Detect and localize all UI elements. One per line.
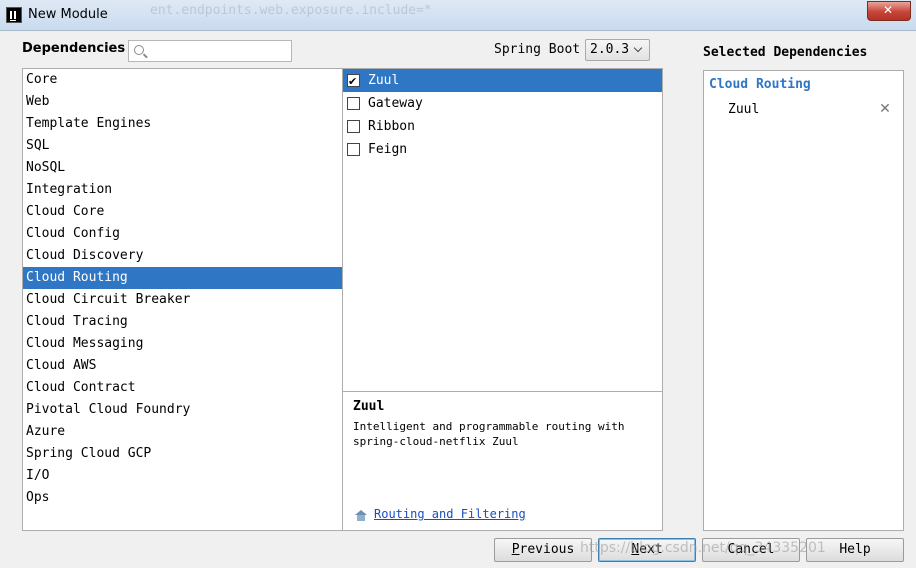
category-item[interactable]: Cloud Tracing	[23, 311, 342, 333]
dependency-label: Gateway	[368, 96, 423, 111]
category-item[interactable]: I/O	[23, 465, 342, 487]
selected-dependencies-title: Selected Dependencies	[703, 45, 868, 60]
close-window-button[interactable]	[867, 1, 911, 21]
dependency-item[interactable]: Ribbon	[343, 115, 662, 138]
category-item[interactable]: Spring Cloud GCP	[23, 443, 342, 465]
dependencies-label: Dependencies	[22, 41, 126, 56]
selected-item: Zuul	[728, 102, 760, 117]
home-icon	[355, 510, 367, 521]
selected-group-title: Cloud Routing	[709, 77, 811, 92]
window-title: New Module	[28, 7, 108, 22]
category-item[interactable]: Cloud Discovery	[23, 245, 342, 267]
dependency-item[interactable]: Feign	[343, 138, 662, 161]
category-list[interactable]: Core Web Template Engines SQL NoSQL Integrati…	[22, 68, 343, 531]
category-item[interactable]: Template Engines	[23, 113, 342, 135]
previous-label: revious	[519, 542, 575, 557]
dependency-label: Ribbon	[368, 119, 415, 134]
next-mnemonic: N	[631, 542, 640, 557]
category-item[interactable]: Cloud Routing	[23, 267, 342, 289]
dependency-list[interactable]: Zuul Gateway Ribbon Feign	[342, 68, 663, 392]
category-item[interactable]: Integration	[23, 179, 342, 201]
search-box[interactable]	[128, 40, 292, 62]
reference-link[interactable]: Routing and Filtering	[374, 507, 526, 521]
search-icon	[134, 45, 144, 55]
dependency-label: Zuul	[368, 73, 400, 88]
category-item[interactable]: SQL	[23, 135, 342, 157]
selected-dependencies-panel: Cloud Routing Zuul ✕	[703, 70, 904, 531]
category-item[interactable]: Cloud Circuit Breaker	[23, 289, 342, 311]
dependency-checkbox[interactable]	[347, 120, 360, 133]
dependency-item[interactable]: Zuul	[343, 69, 662, 93]
dependency-checkbox[interactable]	[347, 143, 360, 156]
chevron-down-icon	[633, 43, 643, 53]
description-title: Zuul	[353, 399, 385, 414]
spring-boot-version-select[interactable]: 2.0.3	[585, 39, 650, 61]
help-button[interactable]: Help	[806, 538, 904, 562]
previous-button[interactable]: Previous	[494, 538, 592, 562]
category-item[interactable]: Cloud AWS	[23, 355, 342, 377]
category-item[interactable]: Cloud Contract	[23, 377, 342, 399]
next-label: ext	[639, 542, 663, 557]
spring-boot-label: Spring Boot	[494, 42, 581, 57]
description-text: Intelligent and programmable routing wit…	[353, 420, 625, 448]
description-panel: Zuul Intelligent and programmable routin…	[342, 391, 663, 531]
category-item[interactable]: Cloud Config	[23, 223, 342, 245]
title-bar: New Module ent.endpoints.web.exposure.in…	[0, 0, 916, 31]
category-item[interactable]: Cloud Messaging	[23, 333, 342, 355]
background-watermark-text: ent.endpoints.web.exposure.include=*	[150, 3, 432, 18]
category-item[interactable]: Pivotal Cloud Foundry	[23, 399, 342, 421]
search-input[interactable]	[149, 43, 289, 59]
close-icon[interactable]: ✕	[878, 102, 892, 116]
dependency-checkbox[interactable]	[347, 70, 360, 93]
category-item[interactable]: Azure	[23, 421, 342, 443]
category-item[interactable]: Web	[23, 91, 342, 113]
dependency-label: Feign	[368, 142, 408, 157]
category-item[interactable]: Core	[23, 69, 342, 91]
cancel-button[interactable]: Cancel	[702, 538, 800, 562]
dependency-item[interactable]: Gateway	[343, 92, 662, 115]
spring-boot-version-value: 2.0.3	[590, 42, 630, 57]
category-item[interactable]: Ops	[23, 487, 342, 509]
category-item[interactable]: NoSQL	[23, 157, 342, 179]
dependency-checkbox[interactable]	[347, 97, 360, 110]
next-button[interactable]: Next	[598, 538, 696, 562]
previous-mnemonic: P	[511, 542, 520, 557]
intellij-icon	[6, 7, 22, 23]
category-item[interactable]: Cloud Core	[23, 201, 342, 223]
